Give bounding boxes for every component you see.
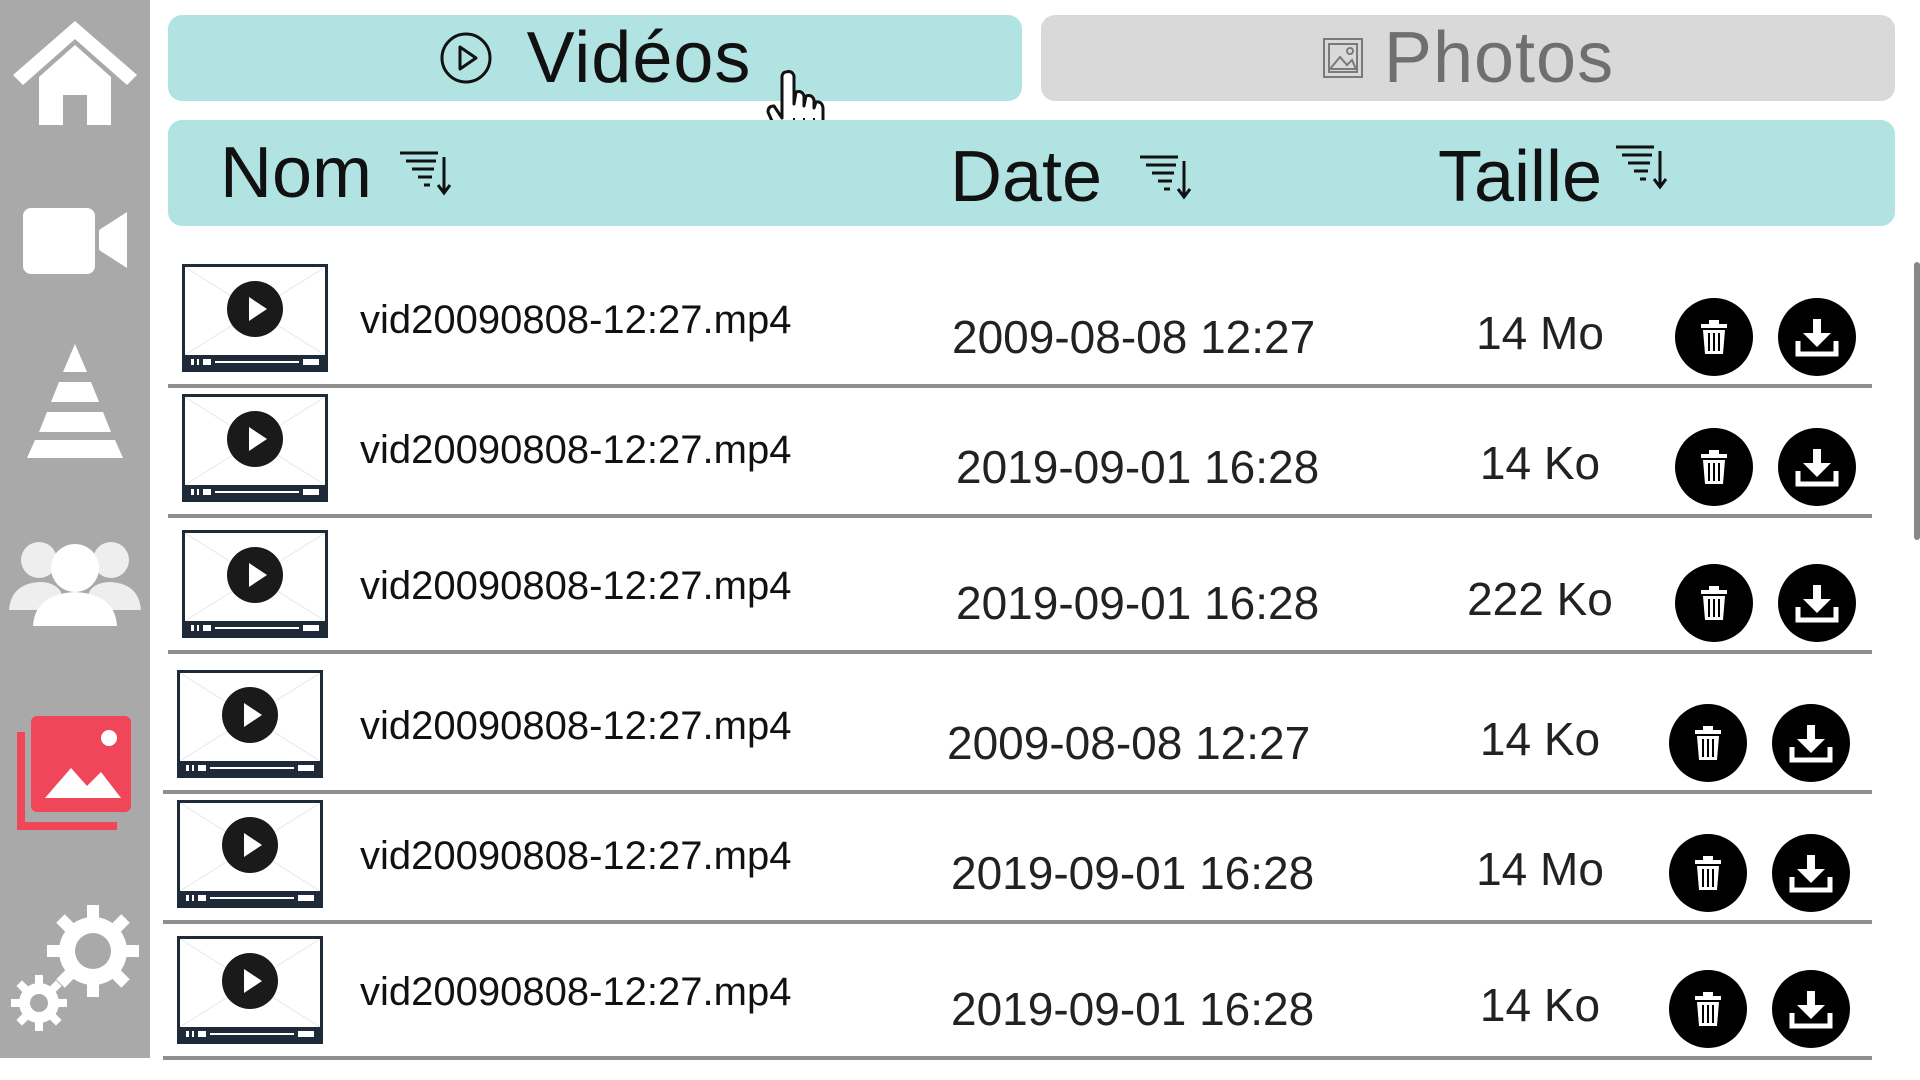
row-divider [163,920,1872,924]
sort-icon[interactable] [1138,151,1194,203]
video-thumbnail-icon [179,802,321,905]
column-size-header[interactable]: Taille [1438,136,1670,218]
sidebar-item-settings[interactable] [0,895,150,1035]
trash-icon [1701,320,1727,354]
sidebar-item-home[interactable] [0,12,150,130]
download-icon [1795,585,1839,623]
video-thumbnail-icon [179,672,321,775]
download-button[interactable] [1778,298,1856,376]
video-thumbnail[interactable] [177,800,323,908]
users-icon [9,542,141,626]
sidebar-item-video[interactable] [0,190,150,290]
sort-icon[interactable] [1614,141,1670,193]
row-divider [168,650,1872,654]
file-size: 14 Ko [1479,713,1601,765]
download-icon [1795,319,1839,357]
settings-icon [11,905,139,1031]
delete-button[interactable] [1675,564,1753,642]
column-size-label: Taille [1438,137,1603,217]
sidebar-item-users[interactable] [0,530,150,634]
row-divider [163,1056,1872,1060]
download-button[interactable] [1772,834,1850,912]
tab-videos[interactable]: Vidéos [168,15,1022,101]
table-row[interactable]: vid20090808-12:27.mp4 2009-08-08 12:27 14 … [163,664,1880,794]
column-name-label: Nom [220,133,373,213]
column-date-header[interactable]: Date [950,136,1194,218]
download-button[interactable] [1772,704,1850,782]
file-name: vid20090808-12:27.mp4 [360,970,792,1014]
tab-photos[interactable]: Photos [1041,15,1895,101]
scrollbar[interactable] [1914,262,1920,540]
file-name: vid20090808-12:27.mp4 [360,834,792,878]
file-name: vid20090808-12:27.mp4 [360,704,792,748]
table-row[interactable]: vid20090808-12:27.mp4 2009-08-08 12:27 14 … [168,258,1880,388]
download-icon [1789,855,1833,893]
video-thumbnail[interactable] [177,936,323,1044]
download-icon [1789,991,1833,1029]
file-size: 14 Ko [1479,979,1601,1031]
video-thumbnail[interactable] [182,394,328,502]
video-camera-icon [23,208,127,274]
download-icon [1795,449,1839,487]
delete-button[interactable] [1669,970,1747,1048]
table-row[interactable]: vid20090808-12:27.mp4 2019-09-01 16:28 14 … [163,930,1880,1060]
download-icon [1789,725,1833,763]
file-date: 2019-09-01 16:28 [956,441,1320,493]
table-row[interactable]: vid20090808-12:27.mp4 2019-09-01 16:28 222… [168,524,1880,654]
column-name-header[interactable]: Nom [220,132,454,214]
video-thumbnail-icon [184,266,326,369]
file-date: 2009-08-08 12:27 [952,311,1316,363]
row-divider [168,514,1872,518]
gallery-icon [17,716,131,830]
trash-icon [1695,726,1721,760]
sidebar-item-cone[interactable] [0,340,150,464]
download-button[interactable] [1778,428,1856,506]
cone-icon [27,344,123,458]
video-thumbnail-icon [179,938,321,1041]
sidebar-item-gallery[interactable] [0,710,150,834]
file-name: vid20090808-12:27.mp4 [360,428,792,472]
file-date: 2009-08-08 12:27 [947,717,1311,769]
trash-icon [1695,856,1721,890]
file-date: 2019-09-01 16:28 [951,847,1315,899]
file-name: vid20090808-12:27.mp4 [360,298,792,342]
file-name: vid20090808-12:27.mp4 [360,564,792,608]
video-thumbnail-icon [184,396,326,499]
table-row[interactable]: vid20090808-12:27.mp4 2019-09-01 16:28 14 … [163,794,1880,924]
trash-icon [1701,586,1727,620]
tab-label: Vidéos [526,18,752,98]
file-date: 2019-09-01 16:28 [956,577,1320,629]
delete-button[interactable] [1669,704,1747,782]
file-size: 14 Ko [1479,437,1601,489]
image-icon [1322,38,1363,78]
tab-label: Photos [1383,18,1615,98]
column-header: Nom Date Taille [168,120,1895,226]
download-button[interactable] [1778,564,1856,642]
sidebar [0,0,150,1058]
table-row[interactable]: vid20090808-12:27.mp4 2019-09-01 16:28 14 … [168,388,1880,518]
file-size: 222 Ko [1467,573,1613,625]
video-thumbnail[interactable] [182,530,328,638]
delete-button[interactable] [1675,428,1753,506]
home-icon [13,21,137,125]
video-thumbnail-icon [184,532,326,635]
video-thumbnail[interactable] [182,264,328,372]
file-size: 14 Mo [1476,307,1604,359]
trash-icon [1701,450,1727,484]
delete-button[interactable] [1669,834,1747,912]
download-button[interactable] [1772,970,1850,1048]
play-circle-icon [440,32,492,84]
column-date-label: Date [950,137,1103,217]
sort-icon[interactable] [398,147,454,199]
file-size: 14 Mo [1476,843,1604,895]
delete-button[interactable] [1675,298,1753,376]
file-date: 2019-09-01 16:28 [951,983,1315,1035]
trash-icon [1695,992,1721,1026]
video-thumbnail[interactable] [177,670,323,778]
